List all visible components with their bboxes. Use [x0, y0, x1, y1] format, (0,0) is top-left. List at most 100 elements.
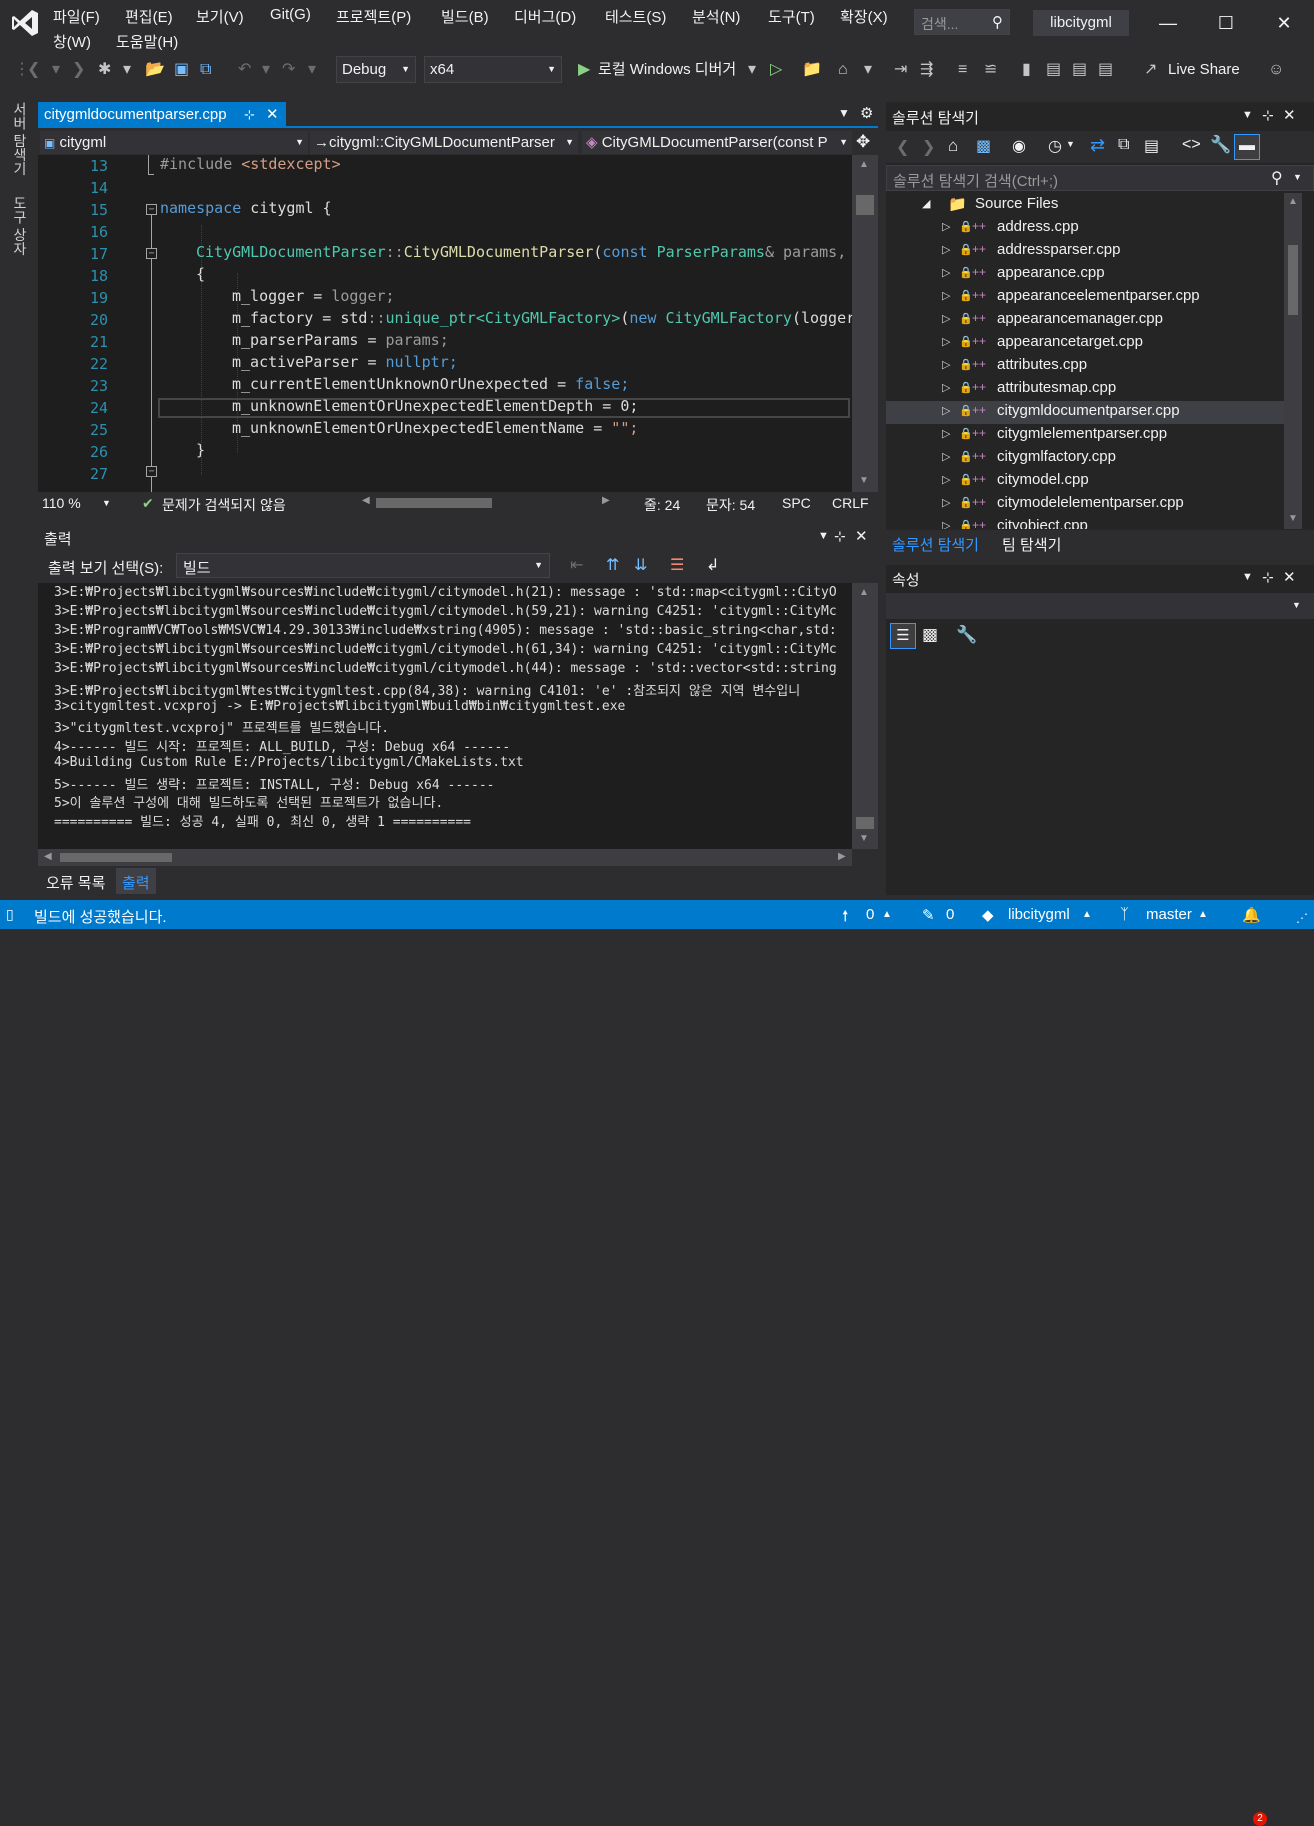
menu-analyze[interactable]: 분석(N)	[692, 6, 740, 27]
scroll-down-icon[interactable]: ▼	[859, 475, 869, 486]
toolbar-dropdown-icon[interactable]: ▾	[864, 61, 872, 79]
close-pane-icon[interactable]: ✕	[855, 527, 868, 545]
tab-citygmldocumentparser[interactable]: citygmldocumentparser.cpp ⊹ ✕	[38, 102, 286, 128]
properties-wrench-icon[interactable]: 🔧	[1210, 135, 1231, 155]
tree-file[interactable]: ▷ 🔒 ++ citygmlelementparser.cpp	[886, 424, 1284, 447]
menu-build[interactable]: 빌드(B)	[441, 6, 489, 27]
forward-icon[interactable]: ❯	[922, 137, 935, 157]
scroll-thumb[interactable]	[60, 853, 172, 862]
start-debugging-icon[interactable]: ▶	[578, 61, 590, 79]
pending-changes-count[interactable]: 0	[946, 906, 954, 923]
issues-status[interactable]: 문제가 검색되지 않음	[162, 495, 286, 515]
scroll-down-icon[interactable]: ▼	[859, 833, 869, 844]
close-pane-icon[interactable]: ✕	[1283, 568, 1296, 586]
close-tab-icon[interactable]: ✕	[266, 102, 279, 128]
scroll-down-icon[interactable]: ▼	[1288, 513, 1298, 524]
scroll-up-icon[interactable]: ▲	[859, 159, 869, 170]
previous-message-icon[interactable]: ⇈	[606, 555, 619, 575]
repository-name[interactable]: libcitygml	[1008, 906, 1070, 923]
pencil-icon[interactable]: ✎	[922, 906, 935, 924]
tree-file[interactable]: ▷ 🔒 ++ cityobject.cpp	[886, 516, 1284, 529]
code-editor[interactable]: 13 14 15 16 17 18 19 20 21 22 23 24 25 2…	[38, 155, 852, 492]
tree-file[interactable]: ▷ 🔒 ++ citygmlfactory.cpp	[886, 447, 1284, 470]
find-in-files-icon[interactable]: 📁	[802, 61, 822, 79]
collapse-method-toggle[interactable]: −	[146, 466, 157, 477]
server-explorer-tab[interactable]: 서버 탐색기	[10, 102, 30, 176]
scroll-thumb[interactable]	[856, 817, 874, 829]
toolbox-tab[interactable]: 도구 상자	[10, 196, 30, 256]
output-source-dropdown[interactable]: 빌드 ▼	[176, 553, 550, 578]
column-indicator[interactable]: 문자: 54	[706, 495, 755, 515]
tree-file[interactable]: ▷ 🔒 ++ appearance.cpp	[886, 263, 1284, 286]
collapsed-arrow-icon[interactable]: ▷	[942, 404, 950, 417]
tab-error-list[interactable]: 오류 목록	[46, 872, 105, 893]
class-dropdown[interactable]: →citygml::CityGMLDocumentParser ▼	[310, 131, 578, 154]
tree-file[interactable]: ▷ 🔒 ++ attributesmap.cpp	[886, 378, 1284, 401]
collapsed-arrow-icon[interactable]: ▷	[942, 496, 950, 509]
navigate-back-dropdown-icon[interactable]: ▾	[52, 61, 60, 79]
repository-icon[interactable]: ◆	[982, 906, 994, 924]
resize-grip-icon[interactable]: ⋰	[1296, 911, 1308, 925]
tree-file[interactable]: ▷ 🔒 ++ appearancetarget.cpp	[886, 332, 1284, 355]
preview-selected-icon[interactable]: ▬	[1234, 134, 1260, 160]
branch-name[interactable]: master	[1146, 906, 1192, 923]
scroll-thumb[interactable]	[376, 498, 492, 508]
tree-file[interactable]: ▷ 🔒 ++ attributes.cpp	[886, 355, 1284, 378]
arrow-up-icon[interactable]: 🠕	[842, 906, 848, 931]
notifications-bell-icon[interactable]: 🔔	[1242, 906, 1261, 924]
pending-changes-icon[interactable]: ◷	[1048, 136, 1062, 156]
comment-icon[interactable]: ≡	[958, 61, 967, 79]
live-share-button[interactable]: Live Share	[1168, 61, 1240, 79]
save-all-icon[interactable]: ⧉	[200, 61, 211, 79]
tree-file[interactable]: ▷ 🔒 ++ appearancemanager.cpp	[886, 309, 1284, 332]
scroll-up-icon[interactable]: ▲	[859, 587, 869, 598]
redo-dropdown-icon[interactable]: ▾	[308, 61, 316, 79]
tab-output[interactable]: 출력	[116, 868, 156, 894]
pin-icon[interactable]: ⊹	[244, 102, 255, 128]
redo-icon[interactable]: ↷	[282, 61, 295, 79]
tab-team-explorer[interactable]: 팀 탐색기	[1002, 534, 1061, 555]
tree-file[interactable]: ▷ 🔒 ++ addressparser.cpp	[886, 240, 1284, 263]
chevron-down-icon[interactable]: ▼	[1066, 139, 1075, 149]
tree-file-selected[interactable]: ▷ 🔒 ++ citygmldocumentparser.cpp	[886, 401, 1284, 424]
output-text[interactable]: 3>E:₩Projects₩libcitygml₩sources₩include…	[38, 583, 852, 849]
member-dropdown[interactable]: ◈ CityGMLDocumentParser(const P ▼	[582, 131, 852, 154]
alphabetical-icon[interactable]: ▩	[922, 625, 938, 645]
categorized-icon[interactable]: ☰	[890, 623, 916, 649]
tree-file[interactable]: ▷ 🔒 ++ appearanceelementparser.cpp	[886, 286, 1284, 309]
tree-file[interactable]: ▷ 🔒 ++ citymodel.cpp	[886, 470, 1284, 493]
new-item-icon[interactable]: ✱	[98, 61, 111, 79]
collapsed-arrow-icon[interactable]: ▷	[942, 519, 950, 529]
property-pages-wrench-icon[interactable]: 🔧	[956, 625, 977, 645]
scroll-left-icon[interactable]: ◀	[362, 495, 370, 506]
global-search-box[interactable]: 검색... ⚲	[914, 9, 1010, 35]
scroll-thumb[interactable]	[856, 195, 874, 215]
start-debugging-button[interactable]: 로컬 Windows 디버거	[598, 61, 736, 79]
close-pane-icon[interactable]: ✕	[1283, 106, 1296, 124]
view-code-icon[interactable]: <>	[1182, 136, 1201, 154]
maximize-button[interactable]: ☐	[1216, 10, 1236, 36]
menu-project[interactable]: 프로젝트(P)	[336, 6, 411, 27]
undo-icon[interactable]: ↶	[238, 61, 251, 79]
line-ending-indicator[interactable]: CRLF	[832, 495, 869, 511]
solution-config-dropdown[interactable]: Debug ▼	[336, 56, 416, 83]
menu-git[interactable]: Git(G)	[270, 6, 311, 23]
tree-folder-source-files[interactable]: ◢ 📁 Source Files	[886, 194, 1284, 217]
collapse-all-icon[interactable]: ⧉	[1118, 136, 1129, 154]
window-position-dropdown-icon[interactable]: ▼	[1242, 109, 1253, 121]
open-file-icon[interactable]: 📂	[145, 61, 165, 79]
visual-studio-logo-icon[interactable]	[10, 8, 40, 38]
pin-icon[interactable]: ⊹	[1262, 569, 1274, 586]
tab-solution-explorer[interactable]: 솔루션 탐색기	[892, 534, 979, 555]
next-bookmark-icon[interactable]: ▤	[1072, 61, 1087, 79]
chevron-down-icon[interactable]: ▼	[102, 498, 111, 508]
scroll-left-icon[interactable]: ◀	[44, 851, 52, 862]
menu-extensions[interactable]: 확장(X)	[840, 6, 888, 27]
scroll-up-icon[interactable]: ▲	[1288, 196, 1298, 207]
menu-debug[interactable]: 디버그(D)	[514, 6, 576, 27]
whitespace-indicator[interactable]: SPC	[782, 495, 811, 511]
start-debugging-dropdown-icon[interactable]: ▾	[748, 61, 756, 79]
step-over-icon[interactable]: ⇶	[920, 61, 933, 79]
menu-edit[interactable]: 편집(E)	[125, 6, 173, 27]
chevron-up-icon[interactable]: ▲	[1198, 909, 1208, 920]
